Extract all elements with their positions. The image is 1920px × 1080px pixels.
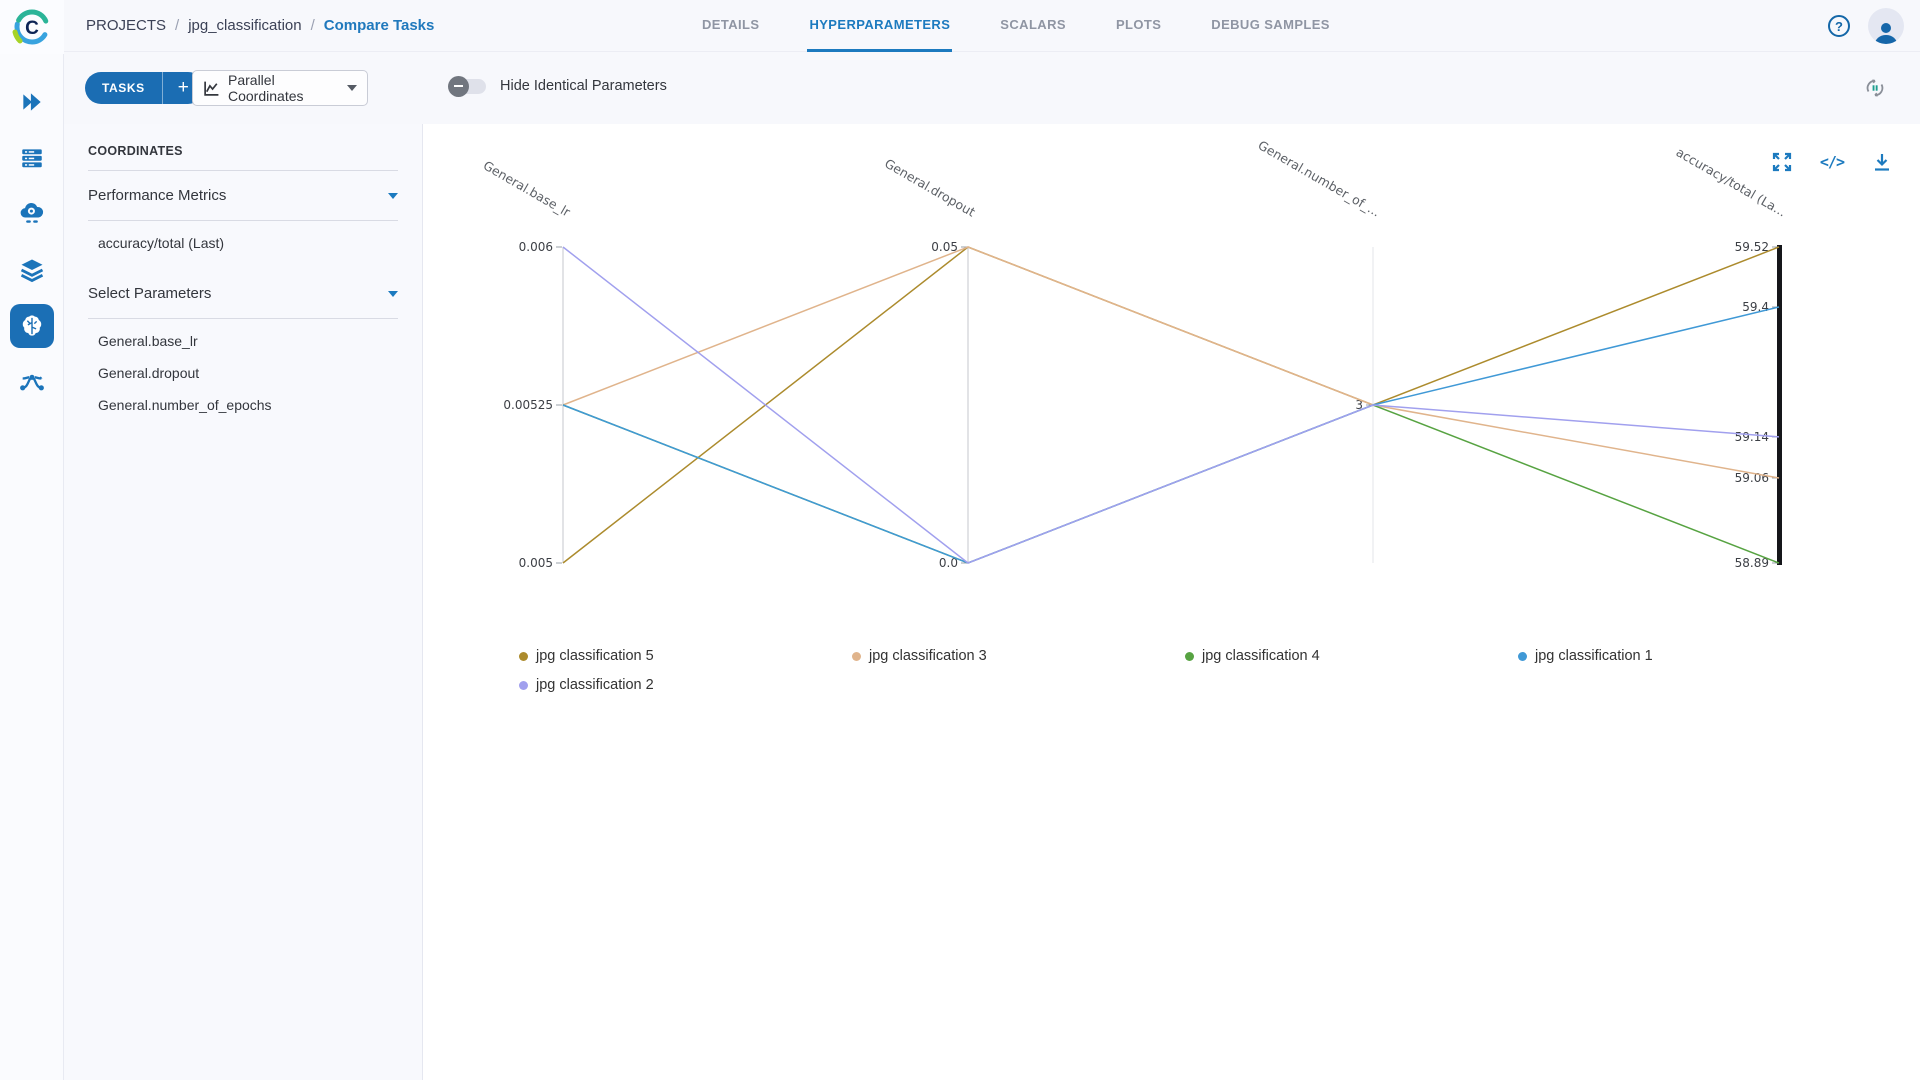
user-avatar-icon (1873, 20, 1899, 44)
legend-color-dot (852, 652, 861, 661)
axis-title[interactable]: General.number_of_... (1256, 137, 1383, 219)
tab-details[interactable]: DETAILS (700, 0, 761, 52)
axis-tick-label: 59.52 (1735, 240, 1769, 254)
hide-identical-label: Hide Identical Parameters (500, 78, 667, 94)
breadcrumb-projects[interactable]: PROJECTS (86, 17, 166, 34)
projects-brain-icon (18, 312, 46, 340)
parcoords-line (563, 247, 1779, 478)
coordinates-panel: COORDINATES Performance Metrics accuracy… (64, 124, 423, 1080)
legend-item[interactable]: jpg classification 5 (519, 645, 852, 667)
parameter-item[interactable]: General.dropout (64, 357, 422, 389)
legend-label: jpg classification 3 (869, 648, 987, 664)
sidebar-item-datasets[interactable] (10, 248, 54, 292)
chevron-down-icon (388, 193, 398, 199)
plot-legend: jpg classification 5 jpg classification 3… (519, 645, 1851, 696)
datasets-icon (18, 256, 46, 284)
parameter-item[interactable]: General.number_of_epochs (64, 389, 422, 421)
parallel-coordinates-chart: General.base_lr 0.006 0.00525 0.005 General.… (424, 124, 1920, 634)
legend-item[interactable]: jpg classification 3 (852, 645, 1185, 667)
sidebar-item-workers[interactable] (10, 192, 54, 236)
hide-identical-toggle-row[interactable]: Hide Identical Parameters (450, 78, 667, 94)
download-plot-button[interactable] (1872, 152, 1892, 172)
legend-label: jpg classification 5 (536, 648, 654, 664)
top-header: PROJECTS / jpg_classification / Compare … (64, 0, 1920, 52)
axis-tick-label: 59.14 (1735, 430, 1769, 444)
left-nav-rail: C (0, 0, 64, 1080)
sidebar-item-pipelines[interactable] (10, 360, 54, 404)
clearml-logo-icon: C (11, 6, 53, 48)
view-type-dropdown[interactable]: Parallel Coordinates (192, 70, 368, 106)
legend-label: jpg classification 4 (1202, 648, 1320, 664)
tab-debug-samples[interactable]: DEBUG SAMPLES (1209, 0, 1332, 52)
legend-color-dot (519, 652, 528, 661)
hide-identical-toggle[interactable] (450, 79, 486, 94)
sidebar-item-getting-started[interactable] (10, 80, 54, 124)
tab-plots[interactable]: PLOTS (1114, 0, 1163, 52)
maximize-icon (1772, 152, 1792, 172)
breadcrumb-separator: / (311, 17, 315, 34)
sidebar-item-projects[interactable] (10, 304, 54, 348)
breadcrumb-compare-tasks[interactable]: Compare Tasks (324, 17, 435, 34)
tasks-split-button[interactable]: TASKS + (85, 72, 204, 104)
axis-title[interactable]: General.dropout (882, 156, 978, 220)
tab-scalars[interactable]: SCALARS (998, 0, 1068, 52)
tasks-button-label[interactable]: TASKS (85, 81, 162, 95)
parameter-item[interactable]: General.base_lr (64, 325, 422, 357)
getting-started-icon (19, 89, 45, 115)
select-parameters-items: General.base_lr General.dropout General.… (64, 319, 422, 431)
chart-view-icon (203, 80, 220, 97)
svg-text:C: C (25, 18, 39, 39)
legend-label: jpg classification 1 (1535, 648, 1653, 664)
axis-tick-label: 0.00525 (503, 398, 553, 412)
legend-item[interactable]: jpg classification 1 (1518, 645, 1851, 667)
section-select-parameters[interactable]: Select Parameters (88, 269, 398, 319)
axis-range-selector[interactable] (1777, 245, 1782, 565)
workers-icon (18, 200, 46, 228)
queues-icon (19, 145, 45, 171)
legend-color-dot (1518, 652, 1527, 661)
auto-refresh-pause-icon (1862, 75, 1888, 101)
maximize-plot-button[interactable] (1772, 152, 1792, 172)
legend-color-dot (1185, 652, 1194, 661)
legend-color-dot (519, 681, 528, 690)
help-icon[interactable]: ? (1828, 15, 1850, 37)
compare-toolbar: TASKS + Parallel Coordinates Hide Identi… (64, 52, 1920, 124)
axis-tick-label: 58.89 (1735, 556, 1769, 570)
chevron-down-icon (388, 291, 398, 297)
parallel-coordinates-plot-area: General.base_lr 0.006 0.00525 0.005 General.… (424, 124, 1920, 1080)
parcoords-line (563, 247, 1779, 563)
parcoords-line (563, 307, 1779, 563)
compare-tabs: DETAILS HYPERPARAMETERS SCALARS PLOTS DE… (700, 0, 1332, 52)
user-avatar[interactable] (1868, 8, 1904, 44)
performance-metrics-items: accuracy/total (Last) (64, 221, 422, 269)
axis-tick-label: 0.005 (519, 556, 553, 570)
coordinates-panel-title: COORDINATES (88, 144, 398, 171)
tab-hyperparameters[interactable]: HYPERPARAMETERS (807, 0, 952, 52)
legend-item[interactable]: jpg classification 4 (1185, 645, 1518, 667)
legend-item[interactable]: jpg classification 2 (519, 674, 852, 696)
axis-title[interactable]: General.base_lr (481, 158, 574, 220)
sidebar-item-queues[interactable] (10, 136, 54, 180)
download-icon (1872, 152, 1892, 172)
parcoords-line (563, 247, 1779, 563)
axis-tick-label: 0.006 (519, 240, 553, 254)
auto-refresh-button[interactable] (1861, 74, 1889, 102)
breadcrumb-project-name[interactable]: jpg_classification (188, 17, 301, 34)
pipelines-icon (18, 368, 46, 396)
embed-code-button[interactable]: </> (1820, 153, 1844, 171)
clearml-logo[interactable]: C (0, 0, 64, 54)
chevron-down-icon (347, 85, 357, 91)
metric-item[interactable]: accuracy/total (Last) (64, 227, 422, 259)
section-label: Performance Metrics (88, 187, 226, 204)
section-performance-metrics[interactable]: Performance Metrics (88, 171, 398, 221)
legend-label: jpg classification 2 (536, 677, 654, 693)
section-label: Select Parameters (88, 285, 211, 302)
breadcrumb-separator: / (175, 17, 179, 34)
plot-actions: </> (1772, 152, 1892, 172)
toggle-knob (448, 76, 469, 97)
breadcrumb: PROJECTS / jpg_classification / Compare … (64, 17, 434, 34)
view-type-value: Parallel Coordinates (228, 72, 339, 104)
